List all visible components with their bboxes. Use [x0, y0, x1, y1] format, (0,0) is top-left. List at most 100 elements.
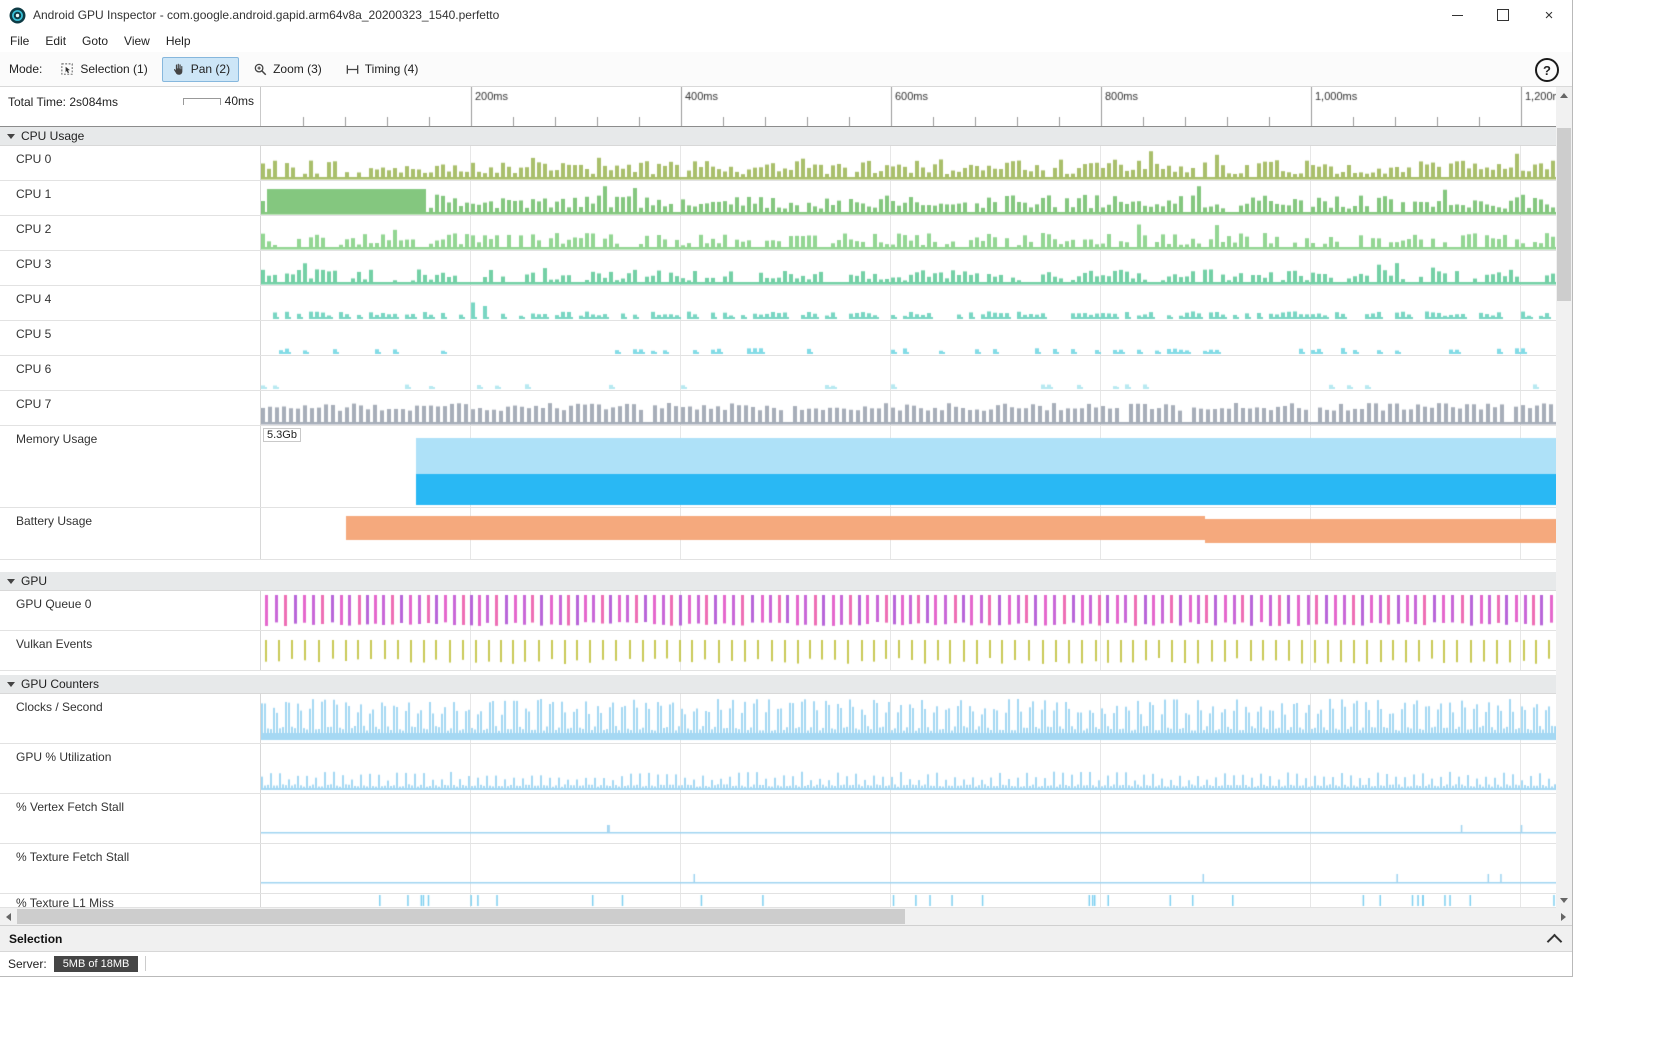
- collapse-triangle-icon: [7, 579, 15, 584]
- track-label-cpu-7: CPU 7: [0, 391, 261, 425]
- track-chart-cpu-3[interactable]: [261, 251, 1556, 285]
- track-chart-vulkan-events[interactable]: [261, 631, 1556, 670]
- track-chart-cpu-6[interactable]: [261, 356, 1556, 390]
- scroll-up-arrow[interactable]: [1556, 87, 1572, 103]
- mode-button-label: Zoom (3): [273, 62, 322, 76]
- track-chart-cpu-7[interactable]: [261, 391, 1556, 425]
- track-row-vulkan-events: Vulkan Events: [0, 631, 1556, 671]
- app-logo-icon: [9, 7, 26, 24]
- selection-panel-header: Selection: [0, 925, 1572, 951]
- track-label-cpu-5: CPU 5: [0, 321, 261, 355]
- maximize-icon: [1497, 9, 1509, 21]
- scroll-right-arrow[interactable]: [1555, 908, 1572, 925]
- track-row-cpu-1: CPU 1: [0, 181, 1556, 216]
- track-label-vertex-fetch-stall: % Vertex Fetch Stall: [0, 794, 261, 843]
- mode-button-selection[interactable]: Selection (1): [51, 57, 156, 82]
- track-row-gpu-utilization: GPU % Utilization: [0, 744, 1556, 794]
- track-row-cpu-7: CPU 7: [0, 391, 1556, 426]
- track-row-clocks-second: Clocks / Second: [0, 694, 1556, 744]
- track-chart-cpu-4[interactable]: [261, 286, 1556, 320]
- collapse-triangle-icon: [7, 134, 15, 139]
- track-label-clocks-second: Clocks / Second: [0, 694, 261, 743]
- menu-item-edit[interactable]: Edit: [37, 31, 74, 51]
- section-header-gpu-counters[interactable]: GPU Counters: [0, 675, 1556, 694]
- mode-button-label: Pan (2): [191, 62, 230, 76]
- vertical-scroll-thumb[interactable]: [1557, 128, 1571, 301]
- ruler-ticks[interactable]: [261, 87, 1556, 126]
- menubar: FileEditGotoViewHelp: [0, 30, 1572, 52]
- server-label: Server:: [8, 957, 47, 971]
- scroll-left-arrow[interactable]: [0, 908, 17, 925]
- total-time-label: Total Time: 2s084ms: [8, 95, 118, 109]
- selection-label: Selection: [9, 932, 62, 946]
- menu-item-help[interactable]: Help: [158, 31, 199, 51]
- collapse-triangle-icon: [7, 682, 15, 687]
- track-label-texture-l1-miss: % Texture L1 Miss: [0, 894, 261, 907]
- section-header-gpu[interactable]: GPU: [0, 572, 1556, 591]
- close-button[interactable]: ×: [1526, 0, 1572, 30]
- track-row-cpu-4: CPU 4: [0, 286, 1556, 321]
- mode-button-zoom[interactable]: Zoom (3): [244, 57, 331, 82]
- track-label-battery-usage: Battery Usage: [0, 508, 261, 559]
- track-chart-texture-fetch-stall[interactable]: [261, 844, 1556, 893]
- section-label: GPU Counters: [21, 677, 99, 691]
- mode-button-pan[interactable]: Pan (2): [162, 57, 239, 82]
- scroll-down-arrow[interactable]: [1556, 892, 1572, 908]
- track-chart-texture-l1-miss[interactable]: [261, 894, 1556, 907]
- memory-value-label: 5.3Gb: [263, 428, 301, 442]
- track-row-gpu-queue-0: GPU Queue 0: [0, 591, 1556, 631]
- track-chart-battery-usage[interactable]: [261, 508, 1556, 559]
- mode-button-label: Selection (1): [80, 62, 147, 76]
- track-chart-cpu-2[interactable]: [261, 216, 1556, 250]
- track-label-vulkan-events: Vulkan Events: [0, 631, 261, 670]
- horizontal-scrollbar[interactable]: [0, 908, 1572, 925]
- track-row-cpu-0: CPU 0: [0, 146, 1556, 181]
- vertical-scrollbar[interactable]: [1556, 87, 1572, 908]
- track-row-cpu-3: CPU 3: [0, 251, 1556, 286]
- menu-item-file[interactable]: File: [2, 31, 37, 51]
- menu-item-goto[interactable]: Goto: [74, 31, 116, 51]
- mode-button-timing[interactable]: Timing (4): [336, 57, 428, 82]
- arrow-right-icon: [1561, 913, 1566, 921]
- track-label-gpu-utilization: GPU % Utilization: [0, 744, 261, 793]
- track-chart-clocks-second[interactable]: [261, 694, 1556, 743]
- section-label: GPU: [21, 574, 47, 588]
- collapse-chevron-icon[interactable]: [1547, 933, 1563, 949]
- track-chart-cpu-1[interactable]: [261, 181, 1556, 215]
- tracks-panel: CPU UsageCPU 0CPU 1CPU 2CPU 3CPU 4CPU 5C…: [0, 127, 1556, 908]
- timeline-area: Total Time: 2s084ms 40ms CPU UsageCPU 0C…: [0, 87, 1572, 908]
- track-chart-gpu-queue-0[interactable]: [261, 591, 1556, 630]
- track-chart-cpu-0[interactable]: [261, 146, 1556, 180]
- pan-icon: [171, 62, 186, 77]
- section-header-cpu-usage[interactable]: CPU Usage: [0, 127, 1556, 146]
- mode-button-group: Selection (1) Pan (2) Zoom (3) Timing (4): [51, 57, 427, 82]
- track-row-cpu-6: CPU 6: [0, 356, 1556, 391]
- track-label-cpu-4: CPU 4: [0, 286, 261, 320]
- track-chart-memory-usage[interactable]: 5.3Gb: [261, 426, 1556, 507]
- minimize-button[interactable]: [1434, 0, 1480, 30]
- arrow-up-icon: [1560, 93, 1568, 98]
- track-chart-gpu-utilization[interactable]: [261, 744, 1556, 793]
- track-chart-vertex-fetch-stall[interactable]: [261, 794, 1556, 843]
- track-row-texture-fetch-stall: % Texture Fetch Stall: [0, 844, 1556, 894]
- track-label-texture-fetch-stall: % Texture Fetch Stall: [0, 844, 261, 893]
- minimize-icon: [1452, 15, 1463, 16]
- maximize-button[interactable]: [1480, 0, 1526, 30]
- help-label: ?: [1543, 63, 1551, 78]
- menu-item-view[interactable]: View: [116, 31, 158, 51]
- track-label-cpu-0: CPU 0: [0, 146, 261, 180]
- track-row-memory-usage: Memory Usage5.3Gb: [0, 426, 1556, 508]
- zoom-icon: [253, 62, 268, 77]
- timing-icon: [345, 62, 360, 77]
- mode-label: Mode:: [9, 62, 42, 76]
- track-chart-cpu-5[interactable]: [261, 321, 1556, 355]
- track-label-cpu-6: CPU 6: [0, 356, 261, 390]
- track-row-texture-l1-miss: % Texture L1 Miss: [0, 894, 1556, 908]
- horizontal-scroll-thumb[interactable]: [17, 909, 905, 924]
- help-button[interactable]: ?: [1535, 58, 1559, 82]
- close-icon: ×: [1545, 8, 1554, 23]
- timeline-ruler: Total Time: 2s084ms 40ms: [0, 87, 1556, 127]
- track-label-cpu-3: CPU 3: [0, 251, 261, 285]
- statusbar: Server: 5MB of 18MB: [0, 951, 1572, 975]
- scale-label: 40ms: [225, 94, 254, 108]
